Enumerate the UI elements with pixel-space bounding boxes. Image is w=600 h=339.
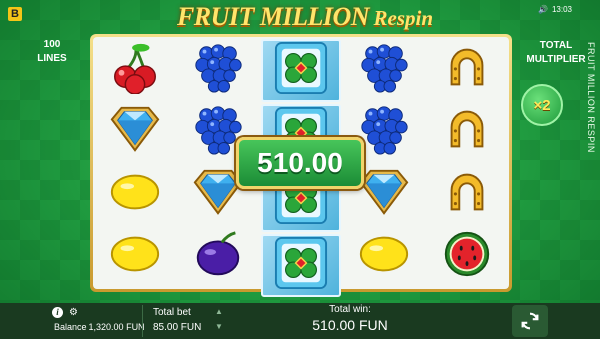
balance-value: 1,320.00 FUN xyxy=(88,322,145,332)
reel-cell xyxy=(343,39,424,100)
reel-cell xyxy=(426,102,507,163)
title-main: FRUIT MILLION xyxy=(176,2,370,31)
multiplier-label-line1: TOTAL xyxy=(539,40,573,51)
reel-cell xyxy=(426,39,507,100)
reel-cell xyxy=(95,39,176,100)
reel-cell xyxy=(426,164,507,225)
spin-icon xyxy=(521,312,539,330)
info-icon[interactable]: i xyxy=(52,307,63,318)
bet-adjust: ▲ ▼ xyxy=(215,307,223,331)
horseshoe-icon xyxy=(438,165,496,224)
lemon-icon xyxy=(106,227,164,286)
multiplier-label: TOTAL MULTIPLIER xyxy=(521,39,591,67)
gear-icon[interactable]: ⚙ xyxy=(69,307,78,318)
balance: Balance 1,320.00 FUN xyxy=(52,322,145,332)
lines-indicator: 100 LINES xyxy=(22,38,82,66)
brand-logo: B xyxy=(8,7,22,21)
lemon-icon xyxy=(106,165,164,224)
reel-cell xyxy=(95,227,176,288)
watermelon-icon xyxy=(438,227,496,286)
multiplier-badge: ×2 xyxy=(521,84,563,126)
reel-cell xyxy=(95,164,176,225)
reel-cell xyxy=(178,227,259,288)
total-win-value: 510.00 FUN xyxy=(312,317,388,333)
grapes-icon xyxy=(355,40,413,99)
total-win: Total win: 510.00 FUN xyxy=(300,304,400,333)
diamond-icon xyxy=(106,102,164,161)
cherry-icon xyxy=(106,40,164,99)
reel-column-1 xyxy=(95,39,176,287)
clover-icon xyxy=(272,41,330,100)
horseshoe-icon xyxy=(438,40,496,99)
grapes-icon xyxy=(189,40,247,99)
status-bar: 🔊 13:03 xyxy=(538,5,572,14)
spin-button[interactable] xyxy=(512,305,548,337)
game-title: FRUIT MILLION Respin xyxy=(150,2,460,36)
horseshoe-icon xyxy=(438,102,496,161)
win-popup: 510.00 xyxy=(236,137,364,189)
multiplier-label-line2: MULTIPLIER xyxy=(526,54,586,65)
clover-icon xyxy=(272,236,330,295)
reel-cell xyxy=(260,39,342,102)
reel-cell xyxy=(95,102,176,163)
footer-icons: i ⚙ xyxy=(52,307,78,318)
bet-increase-icon[interactable]: ▲ xyxy=(215,307,223,316)
bet-decrease-icon[interactable]: ▼ xyxy=(215,322,223,331)
reel-column-5 xyxy=(426,39,507,287)
lines-count: 100 xyxy=(43,39,61,50)
plum-icon xyxy=(189,227,247,286)
reel-cell xyxy=(178,39,259,100)
lemon-icon xyxy=(355,227,413,286)
lines-label: LINES xyxy=(37,53,67,64)
balance-label: Balance xyxy=(54,322,87,332)
clock-time: 13:03 xyxy=(551,5,572,14)
title-sub: Respin xyxy=(373,6,434,30)
reel-cell xyxy=(260,234,342,297)
reel-cell xyxy=(343,227,424,288)
sound-icon[interactable]: 🔊 xyxy=(538,5,548,14)
reel-cell xyxy=(426,227,507,288)
total-win-label: Total win: xyxy=(329,304,371,315)
